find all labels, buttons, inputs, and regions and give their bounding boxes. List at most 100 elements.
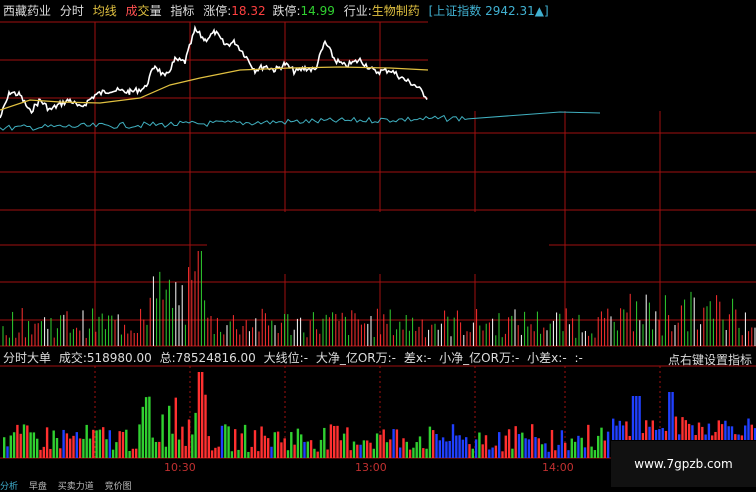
indicator-bar <box>405 441 408 458</box>
indicator-bar <box>737 434 740 440</box>
indicator-bar <box>560 430 564 458</box>
indicator-bar <box>451 424 455 458</box>
indicator-bar <box>527 439 531 458</box>
indicator-bar <box>69 438 72 458</box>
bottom-tab-buysell[interactable]: 买卖力道 <box>58 482 94 492</box>
indicator-bar <box>323 427 326 458</box>
indicator-bar <box>306 441 309 458</box>
indicator-bar <box>418 436 422 458</box>
indicator-bar <box>131 448 135 458</box>
indicator-bar <box>26 425 29 458</box>
indicator-bar <box>694 434 697 440</box>
indicator-bar <box>385 442 389 458</box>
indicator-bar <box>210 450 214 458</box>
indicator-bar <box>240 433 243 458</box>
indicator-bar <box>707 423 711 440</box>
indicator-bar <box>300 434 303 458</box>
tab-fenshi[interactable]: 分时 <box>60 4 84 18</box>
indicator-bar <box>283 438 286 458</box>
indicator-bar <box>658 429 661 440</box>
indicator-bar <box>352 441 356 458</box>
indicator-bar <box>590 446 593 458</box>
indicator-bar <box>501 451 504 458</box>
indicator-bar <box>550 429 554 458</box>
indicator-bar <box>425 448 428 458</box>
indicator-bar <box>108 430 111 458</box>
indicator-bar <box>316 451 319 458</box>
teal-line <box>0 111 601 131</box>
indicator-bar <box>684 420 687 440</box>
indicator-bar <box>181 426 184 458</box>
indicator-bar <box>615 425 618 440</box>
bottom-tab-auction[interactable]: 竞价图 <box>105 482 132 492</box>
bottom-tab-zaopan[interactable]: 早盘 <box>29 482 47 492</box>
index-quote[interactable]: [上证指数 2942.31▲] <box>429 4 549 18</box>
indicator-bar <box>711 435 714 440</box>
indicator-tail: :- <box>574 351 583 365</box>
indicator-bar <box>606 431 610 458</box>
indicator-bar <box>12 432 16 458</box>
indicator-bar <box>105 439 108 458</box>
indicator-bar <box>727 426 730 440</box>
indicator-bar <box>402 438 405 458</box>
bottom-tab-analysis[interactable]: 分析 <box>0 482 18 492</box>
indicator-bar <box>641 433 645 440</box>
indicator-bar <box>253 430 257 458</box>
indicator-bar <box>415 442 418 458</box>
indicator-bar <box>408 449 412 458</box>
indicator-bar <box>42 446 45 458</box>
indicator-bar <box>697 422 701 440</box>
indicator-bar <box>428 426 432 458</box>
indicator-bar <box>135 448 138 458</box>
indicator-bar <box>191 434 194 458</box>
indicator-bar <box>668 392 671 440</box>
indicator-bar <box>399 447 402 458</box>
indicator-bar <box>531 424 534 458</box>
indicator-bar <box>230 451 234 458</box>
indicator-bar <box>82 438 85 458</box>
indicator-bar <box>174 397 177 458</box>
indicator-bar <box>671 392 674 440</box>
indicator-bar <box>88 438 92 458</box>
indicator-bar <box>724 420 727 440</box>
indicator-bar <box>313 448 316 458</box>
indicator-bar <box>201 372 204 458</box>
indicator-bar <box>333 425 336 458</box>
indicator-bar <box>128 450 131 458</box>
indicator-bar <box>720 424 724 440</box>
indicator-bar <box>587 424 590 458</box>
indicator-bar <box>227 426 230 458</box>
indicator-bar <box>603 440 606 458</box>
indicator-bar <box>580 437 583 458</box>
indicator-bar <box>597 435 600 458</box>
indicator-bar <box>260 426 263 458</box>
indicator-bar <box>65 433 69 458</box>
indicator-bar <box>141 406 144 458</box>
indicator-bar <box>356 444 359 458</box>
tab-zhibiao[interactable]: 指标 <box>170 4 194 18</box>
indicator-bar <box>342 433 346 458</box>
indicator-bar <box>329 424 333 458</box>
indicator-bar <box>661 428 664 440</box>
indicator-bar <box>432 430 435 458</box>
right-click-hint: 点右键设置指标 <box>667 353 752 367</box>
indicator-bar <box>674 416 678 440</box>
indicator-bar <box>55 438 59 458</box>
indicator-bar <box>395 429 399 458</box>
indicator-bar <box>567 450 570 458</box>
indicator-bar <box>144 397 148 458</box>
tab-chengjiao[interactable]: 成交量 <box>126 4 162 18</box>
tab-junxian[interactable]: 均线 <box>93 4 117 18</box>
indicator-bar <box>138 424 141 458</box>
chart-stage[interactable]: 西藏药业 分时 均线 成交量 指标 涨停:18.32 跌停:14.99 行业:生… <box>0 0 756 492</box>
indicator-bar <box>29 432 32 458</box>
indicator-bar <box>511 448 514 458</box>
indicator-bar <box>72 435 75 458</box>
indicator-bar <box>600 427 603 458</box>
indicator-bar <box>491 447 494 458</box>
indicator-bar <box>49 448 52 458</box>
indicator-name[interactable]: 分时大单 <box>3 351 51 365</box>
indicator-bar <box>455 435 458 458</box>
indicator-bar <box>544 443 547 458</box>
indicator-bar <box>121 431 125 458</box>
